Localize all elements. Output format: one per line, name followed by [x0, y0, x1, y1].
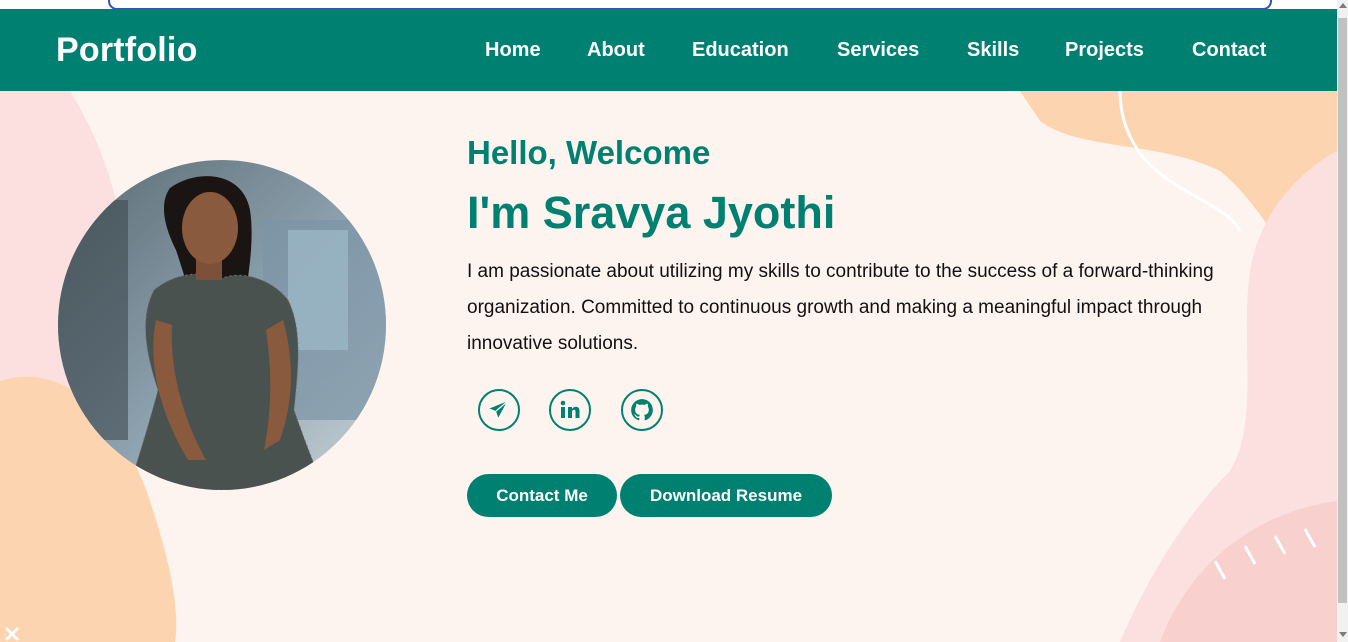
nav-link-services[interactable]: Services [837, 39, 919, 62]
download-resume-button[interactable]: Download Resume [620, 474, 832, 517]
linkedin-icon [560, 400, 580, 418]
nav-link-projects[interactable]: Projects [1065, 39, 1144, 62]
contact-me-button[interactable]: Contact Me [467, 474, 617, 517]
scroll-up-arrow-icon[interactable] [1339, 3, 1347, 8]
nav-link-contact[interactable]: Contact [1192, 39, 1266, 62]
telegram-link[interactable] [478, 389, 520, 431]
decorative-cross-icon [4, 626, 20, 642]
hero-greeting: Hello, Welcome [467, 134, 711, 171]
nav-link-education[interactable]: Education [692, 39, 789, 62]
brand-logo[interactable]: Portfolio [56, 31, 198, 70]
nav-link-about[interactable]: About [587, 39, 645, 62]
nav-link-skills[interactable]: Skills [967, 39, 1019, 62]
navbar: Portfolio Home About Education Services … [0, 9, 1337, 91]
vertical-scrollbar[interactable] [1337, 0, 1348, 642]
profile-photo [58, 160, 386, 490]
linkedin-link[interactable] [549, 389, 591, 431]
hero-intro: I am passionate about utilizing my skill… [467, 261, 1214, 354]
github-icon [631, 399, 653, 421]
nav-link-home[interactable]: Home [485, 39, 541, 62]
scrollbar-thumb[interactable] [1338, 18, 1347, 603]
browser-top-strip [0, 0, 1337, 10]
hero-name: I'm Sravya Jyothi [467, 187, 836, 238]
scroll-down-arrow-icon[interactable] [1339, 632, 1347, 637]
github-link[interactable] [621, 389, 663, 431]
telegram-icon [489, 400, 509, 419]
